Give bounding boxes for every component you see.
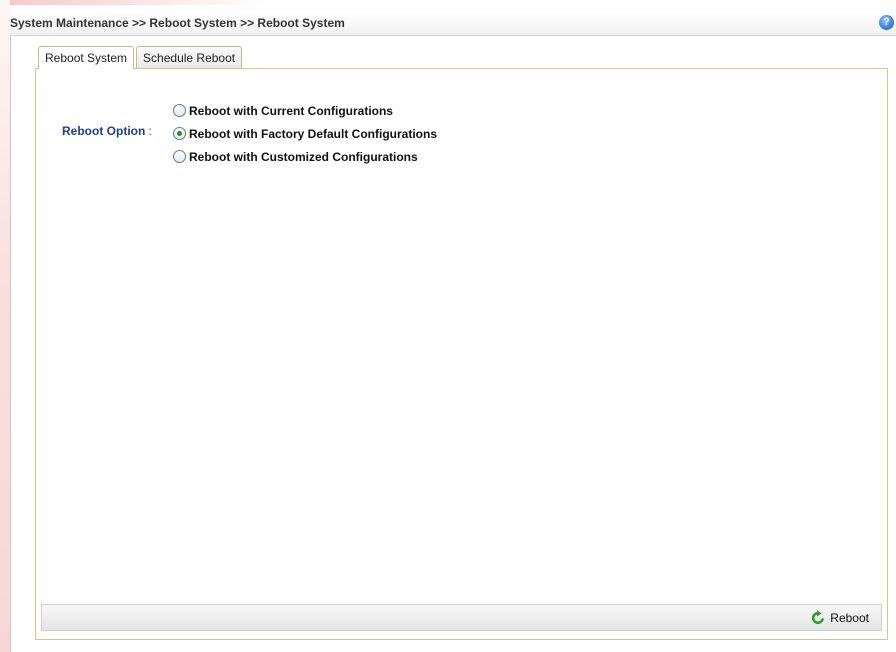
radio-button[interactable] bbox=[173, 104, 186, 117]
radio-label: Reboot with Current Configurations bbox=[189, 103, 393, 118]
title-bar: System Maintenance >> Reboot System >> R… bbox=[10, 12, 896, 36]
tab-reboot-system[interactable]: Reboot System bbox=[38, 46, 135, 69]
reboot-option-radio-group: Reboot with Current Configurations Reboo… bbox=[173, 99, 437, 168]
radio-label: Reboot with Customized Configurations bbox=[189, 149, 418, 164]
reboot-option-label-colon: : bbox=[148, 124, 152, 138]
top-decor-strip bbox=[10, 0, 270, 5]
breadcrumb: System Maintenance >> Reboot System >> R… bbox=[10, 16, 345, 30]
radio-option-factory-default[interactable]: Reboot with Factory Default Configuratio… bbox=[173, 122, 437, 145]
reboot-button[interactable]: Reboot bbox=[810, 610, 869, 626]
left-decor-strip bbox=[0, 0, 10, 652]
reboot-button-label: Reboot bbox=[830, 611, 869, 625]
page: System Maintenance >> Reboot System >> R… bbox=[0, 0, 896, 652]
radio-option-customized-config[interactable]: Reboot with Customized Configurations bbox=[173, 145, 437, 168]
reboot-option-label-text: Reboot Option bbox=[62, 124, 146, 138]
radio-option-current-config[interactable]: Reboot with Current Configurations bbox=[173, 99, 437, 122]
radio-label: Reboot with Factory Default Configuratio… bbox=[189, 126, 437, 141]
radio-button-selected[interactable] bbox=[173, 127, 186, 140]
tab-bar: Reboot System Schedule Reboot bbox=[38, 46, 243, 69]
radio-button[interactable] bbox=[173, 150, 186, 163]
tab-schedule-reboot[interactable]: Schedule Reboot bbox=[136, 46, 243, 68]
refresh-icon bbox=[812, 610, 825, 625]
footer-action-bar: Reboot bbox=[41, 604, 882, 631]
help-icon[interactable]: ? bbox=[879, 15, 894, 30]
reboot-panel: Reboot Option: Reboot with Current Confi… bbox=[35, 68, 888, 640]
reboot-option-label: Reboot Option: bbox=[62, 124, 152, 138]
